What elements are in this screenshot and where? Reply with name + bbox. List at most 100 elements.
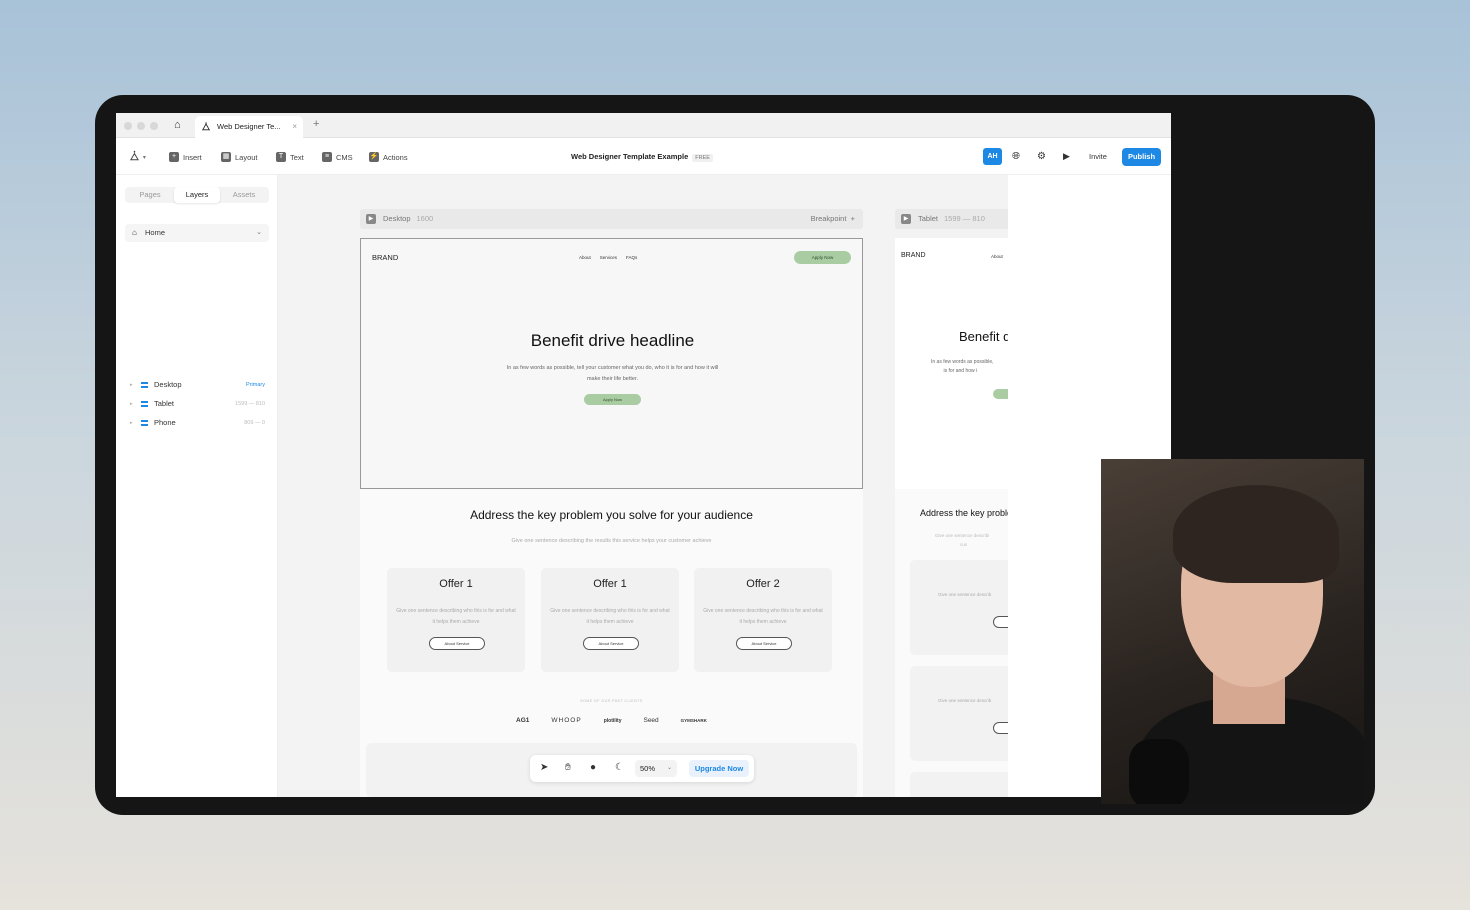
offer-description: Give one sentence describing who this is… [396, 608, 516, 625]
nav-link-faqs[interactable]: FAQs [626, 255, 637, 260]
hero-subtext[interactable]: In as few words as possible, is for and … [931, 358, 994, 376]
tab-pages[interactable]: Pages [127, 187, 173, 203]
layer-phone[interactable]: ▸ Phone 809 — 0 [130, 417, 265, 429]
play-icon[interactable]: ▶ [1063, 151, 1070, 162]
comment-icon[interactable]: ● [590, 762, 596, 773]
nav-apply-button[interactable]: Apply Now [794, 251, 851, 264]
window-close-dot[interactable] [124, 122, 132, 130]
gear-icon[interactable]: ⚙ [1037, 151, 1046, 162]
section-subtitle[interactable]: Give one sentence describing the results… [510, 536, 713, 547]
text-label: Text [290, 152, 304, 162]
home-icon[interactable]: ⌂ [174, 119, 181, 131]
frame-icon [141, 382, 148, 388]
offer-card[interactable]: Offer 2 Give one sentence describing who… [694, 568, 832, 672]
offer-description: Give one sentence describ [938, 592, 992, 597]
tab-layers[interactable]: Layers [174, 187, 220, 203]
play-icon[interactable]: ▶ [366, 214, 376, 224]
site-brand[interactable]: BRAND [372, 253, 398, 262]
layer-tablet[interactable]: ▸ Tablet 1599 — 810 [130, 398, 265, 410]
cursor-tool-icon[interactable]: ➤ [540, 762, 548, 773]
framer-menu-button[interactable]: ⧊ ▾ [130, 152, 146, 163]
window-minimize-dot[interactable] [137, 122, 145, 130]
nav-link-services[interactable]: Services [600, 255, 617, 260]
tablet-frame-bar[interactable]: ▶ Tablet 1599 — 810 [895, 209, 1008, 229]
layer-name: Tablet [154, 399, 175, 408]
hero-apply-button[interactable] [993, 389, 1008, 399]
offer-card[interactable]: Offer 1 Give one sentence describing who… [541, 568, 679, 672]
frame-name: Tablet [918, 214, 939, 223]
new-tab-button[interactable]: + [313, 118, 319, 130]
hero-subtext-line: In as few words as possible, [931, 359, 994, 365]
hero-subtext[interactable]: In as few words as possible, tell your c… [501, 363, 724, 385]
hero-section[interactable]: BRAND About Services FAQs Apply Now Bene… [360, 238, 863, 489]
offer-card[interactable]: Give one sentence describ [910, 666, 1008, 761]
section-title[interactable]: Address the key proble [920, 508, 1008, 518]
hero-apply-button[interactable]: Apply Now [584, 394, 641, 405]
bolt-icon: ⚡ [369, 152, 379, 162]
publish-button[interactable]: Publish [1122, 148, 1161, 166]
about-service-button[interactable] [993, 722, 1008, 734]
insert-button[interactable]: + Insert [169, 152, 202, 162]
section[interactable]: Address the key proble Give one sentence… [895, 489, 1008, 797]
expand-arrow-icon[interactable]: ▸ [130, 379, 133, 391]
hero-headline[interactable]: Benefit drive headline [361, 331, 863, 351]
tablet-frame[interactable]: BRAND About Benefit d In as few words as… [895, 238, 1008, 797]
database-icon: ≡ [322, 152, 332, 162]
nav-link-about[interactable]: About [579, 255, 591, 260]
offer-card[interactable]: Offer 1 Give one sentence describing who… [387, 568, 525, 672]
layer-meta: Primary [246, 382, 265, 388]
about-service-button[interactable] [993, 616, 1008, 628]
actions-button[interactable]: ⚡ Actions [369, 152, 408, 162]
about-service-button[interactable]: About Service [583, 637, 639, 650]
expand-arrow-icon[interactable]: ▸ [130, 417, 133, 429]
moon-icon[interactable]: ☾ [615, 762, 624, 773]
desktop-frame[interactable]: BRAND About Services FAQs Apply Now Bene… [360, 238, 863, 797]
window-maximize-dot[interactable] [150, 122, 158, 130]
hand-tool-icon[interactable]: ✋︎ [565, 762, 571, 773]
play-icon[interactable]: ▶ [901, 214, 911, 224]
chevron-down-icon: ⌄ [666, 765, 672, 771]
page-select[interactable]: ⌂ Home ⌄ [125, 224, 269, 242]
actions-label: Actions [383, 152, 408, 162]
expand-arrow-icon[interactable]: ▸ [130, 398, 133, 410]
section-subtitle-line: cus [960, 542, 968, 547]
offer-title: Offer 2 [746, 578, 780, 590]
layer-desktop[interactable]: ▸ Desktop Primary [130, 379, 265, 391]
avatar[interactable]: AH [983, 148, 1002, 165]
offer-description: Give one sentence describing who this is… [703, 608, 823, 625]
globe-icon[interactable]: 🌐︎ [1012, 151, 1020, 162]
project-title[interactable]: Web Designer Template Example FREE [571, 152, 713, 162]
offer-title: Offer 1 [439, 578, 473, 590]
section-subtitle[interactable]: Give one sentence describi cus [935, 531, 989, 549]
browser-tab[interactable]: ⧊ Web Designer Te... × [195, 116, 303, 138]
frame-icon [141, 420, 148, 426]
hero-subtext-line: is for and how i [943, 368, 978, 374]
text-button[interactable]: T Text [276, 152, 304, 162]
person-hair [1173, 485, 1339, 583]
client-logo-whoop: WHOOP [551, 717, 582, 724]
layout-icon: ▦ [221, 152, 231, 162]
section-title[interactable]: Address the key problem you solve for yo… [360, 508, 863, 522]
offer-card[interactable]: Give one sentence describ [910, 560, 1008, 655]
nav-link-about[interactable]: About [991, 254, 1003, 259]
client-logos: AG1 WHOOP plotility Seed GYMSHARK [360, 717, 863, 724]
chevron-down-icon: ⌄ [256, 229, 262, 236]
about-service-button[interactable]: About Service [429, 637, 485, 650]
cms-button[interactable]: ≡ CMS [322, 152, 353, 162]
cms-label: CMS [336, 152, 353, 162]
desktop-frame-bar[interactable]: ▶ Desktop 1600 Breakpoint + [360, 209, 863, 229]
offer-description: Give one sentence describ [938, 698, 992, 703]
about-service-button[interactable]: About Service [736, 637, 792, 650]
breakpoint-button[interactable]: Breakpoint [811, 214, 847, 223]
add-breakpoint-icon[interactable]: + [851, 214, 855, 223]
zoom-select[interactable]: 50% ⌄ [635, 760, 677, 777]
upgrade-button[interactable]: Upgrade Now [689, 760, 749, 777]
site-brand[interactable]: BRAND [901, 252, 926, 259]
tab-assets[interactable]: Assets [221, 187, 267, 203]
invite-button[interactable]: Invite [1083, 150, 1113, 163]
offer-card[interactable] [910, 772, 1008, 797]
tab-close-icon[interactable]: × [292, 116, 297, 138]
webcam-overlay [1101, 459, 1364, 804]
layout-button[interactable]: ▦ Layout [221, 152, 258, 162]
hero-headline[interactable]: Benefit d [959, 329, 1008, 344]
